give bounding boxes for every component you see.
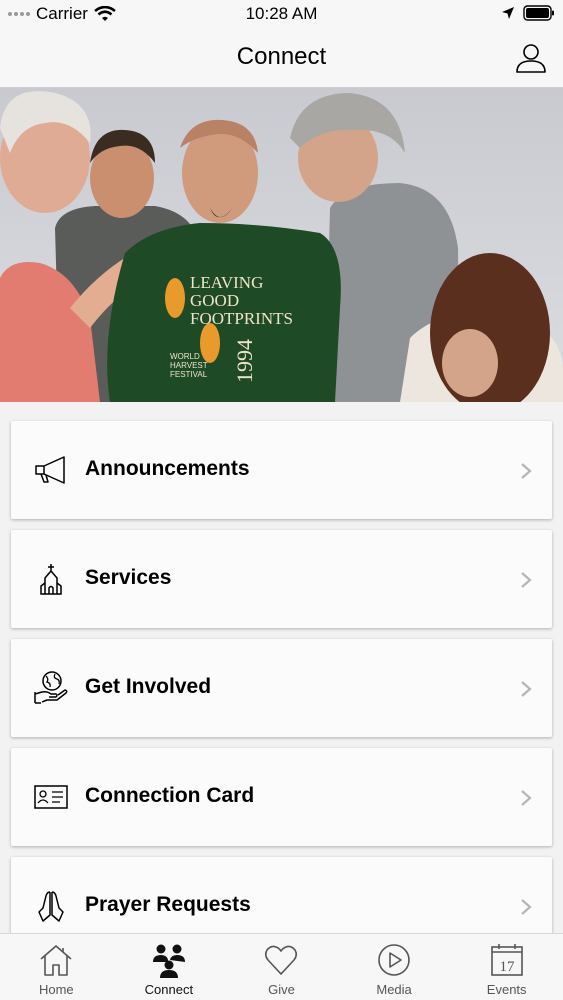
heart-icon [265, 945, 298, 975]
svg-text:FOOTPRINTS: FOOTPRINTS [190, 309, 293, 328]
tab-events[interactable]: 17 Events [450, 934, 563, 1000]
tab-label: Events [486, 982, 527, 997]
hero-photo: LEAVING GOOD FOOTPRINTS WORLD HARVEST FE… [0, 88, 563, 402]
church-icon [40, 564, 62, 595]
location-arrow-icon [502, 7, 514, 19]
tab-bar: Home Connect Give Media 17 Events [0, 933, 563, 1000]
menu-item-label: Announcements [85, 457, 250, 480]
status-right [501, 5, 555, 21]
calendar-icon: 17 [490, 944, 523, 976]
chevron-right-icon [521, 463, 532, 479]
praying-hands-icon [38, 891, 64, 922]
connect-menu: Announcements Services Get Involved Conn… [11, 421, 552, 966]
people-icon [152, 944, 185, 978]
status-bar: Carrier 10:28 AM [0, 0, 563, 28]
chevron-right-icon [521, 899, 532, 915]
navigation-bar: Connect [0, 28, 563, 88]
menu-item-label: Services [85, 566, 172, 589]
calendar-date: 17 [499, 959, 515, 975]
clock: 10:28 AM [245, 4, 318, 23]
page-title: Connect [236, 43, 327, 70]
svg-text:LEAVING: LEAVING [190, 273, 263, 292]
tab-label: Connect [144, 982, 194, 997]
tab-connect[interactable]: Connect [113, 934, 226, 1000]
svg-text:WORLD: WORLD [170, 352, 200, 361]
person-icon [516, 44, 546, 73]
tab-give[interactable]: Give [225, 934, 338, 1000]
tab-label: Give [268, 982, 295, 997]
home-icon [40, 945, 72, 976]
play-icon [378, 944, 410, 976]
tab-media[interactable]: Media [338, 934, 451, 1000]
menu-item-label: Get Involved [85, 675, 212, 698]
svg-text:FESTIVAL: FESTIVAL [170, 370, 208, 379]
profile-button[interactable] [515, 42, 547, 74]
globe-hand-icon [34, 671, 68, 704]
menu-item-announcements[interactable]: Announcements [11, 421, 552, 519]
svg-text:1994: 1994 [232, 339, 257, 383]
battery-icon [523, 5, 554, 21]
tab-label: Media [376, 982, 412, 997]
menu-item-connection-card[interactable]: Connection Card [11, 748, 552, 846]
tab-label: Home [38, 982, 74, 997]
svg-text:HARVEST: HARVEST [170, 361, 208, 370]
menu-item-label: Connection Card [85, 784, 255, 807]
id-card-icon [34, 785, 68, 809]
chevron-right-icon [521, 681, 532, 697]
tab-home[interactable]: Home [0, 934, 113, 1000]
group-photo-image: LEAVING GOOD FOOTPRINTS WORLD HARVEST FE… [0, 88, 563, 402]
chevron-right-icon [521, 790, 532, 806]
megaphone-icon [35, 456, 65, 484]
menu-item-get-involved[interactable]: Get Involved [11, 639, 552, 737]
menu-item-services[interactable]: Services [11, 530, 552, 628]
svg-text:GOOD: GOOD [190, 291, 239, 310]
chevron-right-icon [521, 572, 532, 588]
menu-item-label: Prayer Requests [85, 893, 251, 916]
